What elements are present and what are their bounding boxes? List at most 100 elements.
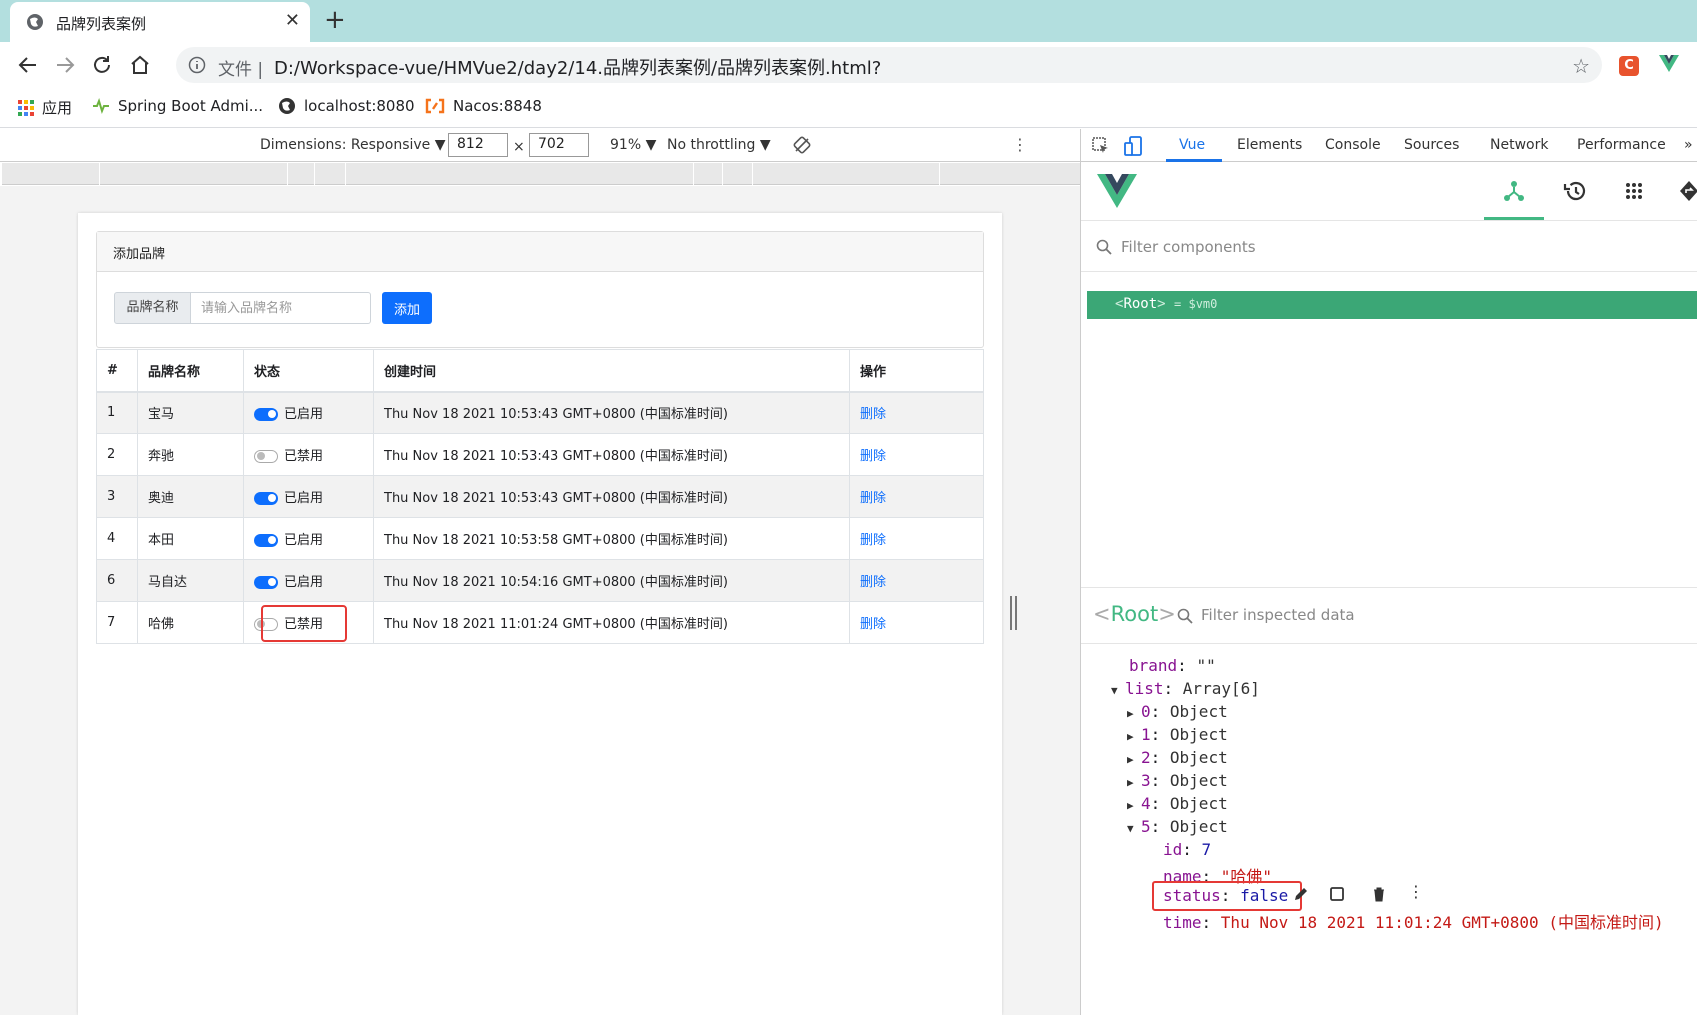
viewport-height-input[interactable]: 702	[529, 133, 589, 157]
bookmark-apps[interactable]: 应用	[18, 97, 72, 118]
more-actions-icon[interactable]: ⋮	[1408, 882, 1424, 901]
delete-link[interactable]: 删除	[860, 575, 886, 590]
bookmark-nacos[interactable]: Nacos:8848	[425, 97, 542, 115]
add-button[interactable]: 添加	[382, 292, 432, 324]
status-toggle-switch[interactable]	[254, 450, 278, 463]
device-toggle-icon[interactable]	[1123, 135, 1143, 157]
search-icon	[1096, 239, 1112, 255]
state-time[interactable]: time: Thu Nov 18 2021 11:01:24 GMT+0800 …	[1163, 909, 1664, 932]
status-toggle-switch[interactable]	[254, 492, 278, 505]
tab-performance[interactable]: Performance	[1577, 137, 1666, 153]
extension-c-icon[interactable]: C	[1619, 56, 1639, 76]
home-icon[interactable]	[128, 53, 152, 77]
tab-sources[interactable]: Sources	[1404, 137, 1459, 153]
new-tab-button[interactable]: +	[324, 6, 346, 34]
delete-link[interactable]: 删除	[860, 407, 886, 422]
viewport-width-input[interactable]: 812	[448, 133, 508, 157]
timeline-history-icon[interactable]	[1562, 179, 1588, 203]
status-toggle-switch[interactable]	[254, 534, 278, 547]
table-row: 3 奥迪 已启用 Thu Nov 18 2021 10:53:43 GMT+0800 …	[96, 475, 984, 518]
address-bar[interactable]: 文件 | D:/Workspace-vue/HMVue2/day2/14.品牌列…	[176, 47, 1602, 83]
bookmark-label: Nacos:8848	[453, 97, 542, 115]
tab-network[interactable]: Network	[1490, 137, 1548, 153]
row-created-time: Thu Nov 18 2021 10:53:43 GMT+0800 (中国标准时…	[373, 475, 850, 518]
state-list-item[interactable]: ▶ 1: Object	[1127, 725, 1228, 748]
row-index: 3	[96, 475, 138, 518]
brand-table: # 品牌名称 状态 创建时间 操作 1 宝马 已启用 Thu Nov 18 2021 …	[96, 349, 984, 644]
inspect-element-icon[interactable]	[1091, 136, 1111, 156]
components-tree-icon[interactable]	[1502, 179, 1526, 203]
back-icon[interactable]	[16, 53, 40, 77]
vue-devtools-header	[1081, 163, 1697, 221]
vue-logo-icon	[1097, 173, 1137, 209]
highlight-box-status	[261, 605, 347, 642]
search-icon	[1177, 608, 1193, 624]
edit-pencil-icon[interactable]	[1293, 886, 1309, 902]
col-header-name: 品牌名称	[137, 349, 244, 393]
forward-icon[interactable]	[53, 53, 77, 77]
more-tabs-icon[interactable]: »	[1684, 137, 1693, 153]
status-toggle-switch[interactable]	[254, 576, 278, 589]
delete-link[interactable]: 删除	[860, 533, 886, 548]
bookmark-localhost[interactable]: localhost:8080	[278, 97, 415, 115]
more-options-icon[interactable]: ⋮	[1012, 135, 1028, 154]
delete-link[interactable]: 删除	[860, 617, 886, 632]
tab-vue[interactable]: Vue	[1179, 137, 1205, 153]
row-brand-name: 奔驰	[137, 433, 244, 476]
close-tab-icon[interactable]: ✕	[285, 10, 300, 31]
bookmark-spring-boot-admin[interactable]: Spring Boot Admi...	[92, 97, 263, 115]
table-row: 7 哈佛 已禁用 Thu Nov 18 2021 11:01:24 GMT+0800 …	[96, 601, 984, 644]
filter-components-input[interactable]: Filter components	[1121, 238, 1256, 256]
component-root-row[interactable]: <Root> = $vm0	[1087, 291, 1697, 319]
row-index: 7	[96, 601, 138, 644]
bookmark-star-icon[interactable]: ☆	[1572, 54, 1590, 78]
active-tab-indicator	[1166, 159, 1222, 162]
filter-components-bar[interactable]: Filter components	[1081, 222, 1697, 272]
row-action: 删除	[849, 517, 984, 560]
state-list-item[interactable]: ▶ 4: Object	[1127, 794, 1228, 817]
browser-tab[interactable]: 品牌列表案例 ✕	[10, 2, 310, 42]
delete-trash-icon[interactable]	[1371, 886, 1387, 902]
state-brand[interactable]: brand: ""	[1129, 656, 1216, 679]
row-created-time: Thu Nov 18 2021 10:53:58 GMT+0800 (中国标准时…	[373, 517, 850, 560]
row-brand-name: 本田	[137, 517, 244, 560]
media-query-ruler[interactable]	[2, 163, 1080, 185]
row-brand-name: 宝马	[137, 391, 244, 434]
delete-link[interactable]: 删除	[860, 449, 886, 464]
expand-triangle-icon: ▼	[1127, 822, 1134, 835]
filter-inspected-input[interactable]: Filter inspected data	[1201, 606, 1355, 624]
url-text[interactable]: D:/Workspace-vue/HMVue2/day2/14.品牌列表案例/品…	[274, 54, 881, 80]
bookmark-label: Spring Boot Admi...	[118, 97, 264, 115]
state-list-item[interactable]: ▶ 3: Object	[1127, 771, 1228, 794]
state-list-item[interactable]: ▶ 0: Object	[1127, 702, 1228, 725]
row-created-time: Thu Nov 18 2021 11:01:24 GMT+0800 (中国标准时…	[373, 601, 850, 644]
info-icon[interactable]	[188, 56, 206, 74]
brand-name-input[interactable]	[191, 292, 371, 324]
state-id[interactable]: id: 7	[1163, 840, 1211, 863]
reload-icon[interactable]	[90, 53, 114, 77]
viewport-resize-handle[interactable]	[1010, 596, 1017, 630]
tab-console[interactable]: Console	[1325, 137, 1381, 153]
state-list[interactable]: ▼ list: Array[6]	[1111, 679, 1260, 702]
expand-triangle-icon: ▼	[1111, 684, 1118, 697]
vue-extension-icon[interactable]	[1658, 52, 1680, 74]
bookmark-label: localhost:8080	[304, 97, 415, 115]
rotate-icon[interactable]	[792, 135, 812, 155]
active-view-indicator	[1484, 217, 1544, 220]
tab-elements[interactable]: Elements	[1237, 137, 1302, 153]
throttling-select[interactable]: No throttling ▼	[667, 137, 771, 153]
state-list-item[interactable]: ▼ 5: Object	[1127, 817, 1228, 840]
zoom-select[interactable]: 91% ▼	[610, 137, 656, 153]
dimensions-select[interactable]: Dimensions: Responsive ▼	[260, 137, 446, 153]
state-list-item[interactable]: ▶ 2: Object	[1127, 748, 1228, 771]
toggle-checkbox-icon[interactable]	[1329, 886, 1345, 902]
row-action: 删除	[849, 391, 984, 434]
status-toggle-switch[interactable]	[254, 408, 278, 422]
row-brand-name: 马自达	[137, 559, 244, 602]
delete-link[interactable]: 删除	[860, 491, 886, 506]
inspected-component-header: <Root> Filter inspected data	[1081, 588, 1697, 644]
add-brand-card: 添加品牌 品牌名称 添加	[96, 231, 984, 348]
router-icon[interactable]	[1679, 179, 1697, 203]
vuex-dots-icon[interactable]	[1622, 179, 1646, 203]
expand-triangle-icon: ▶	[1127, 730, 1134, 743]
